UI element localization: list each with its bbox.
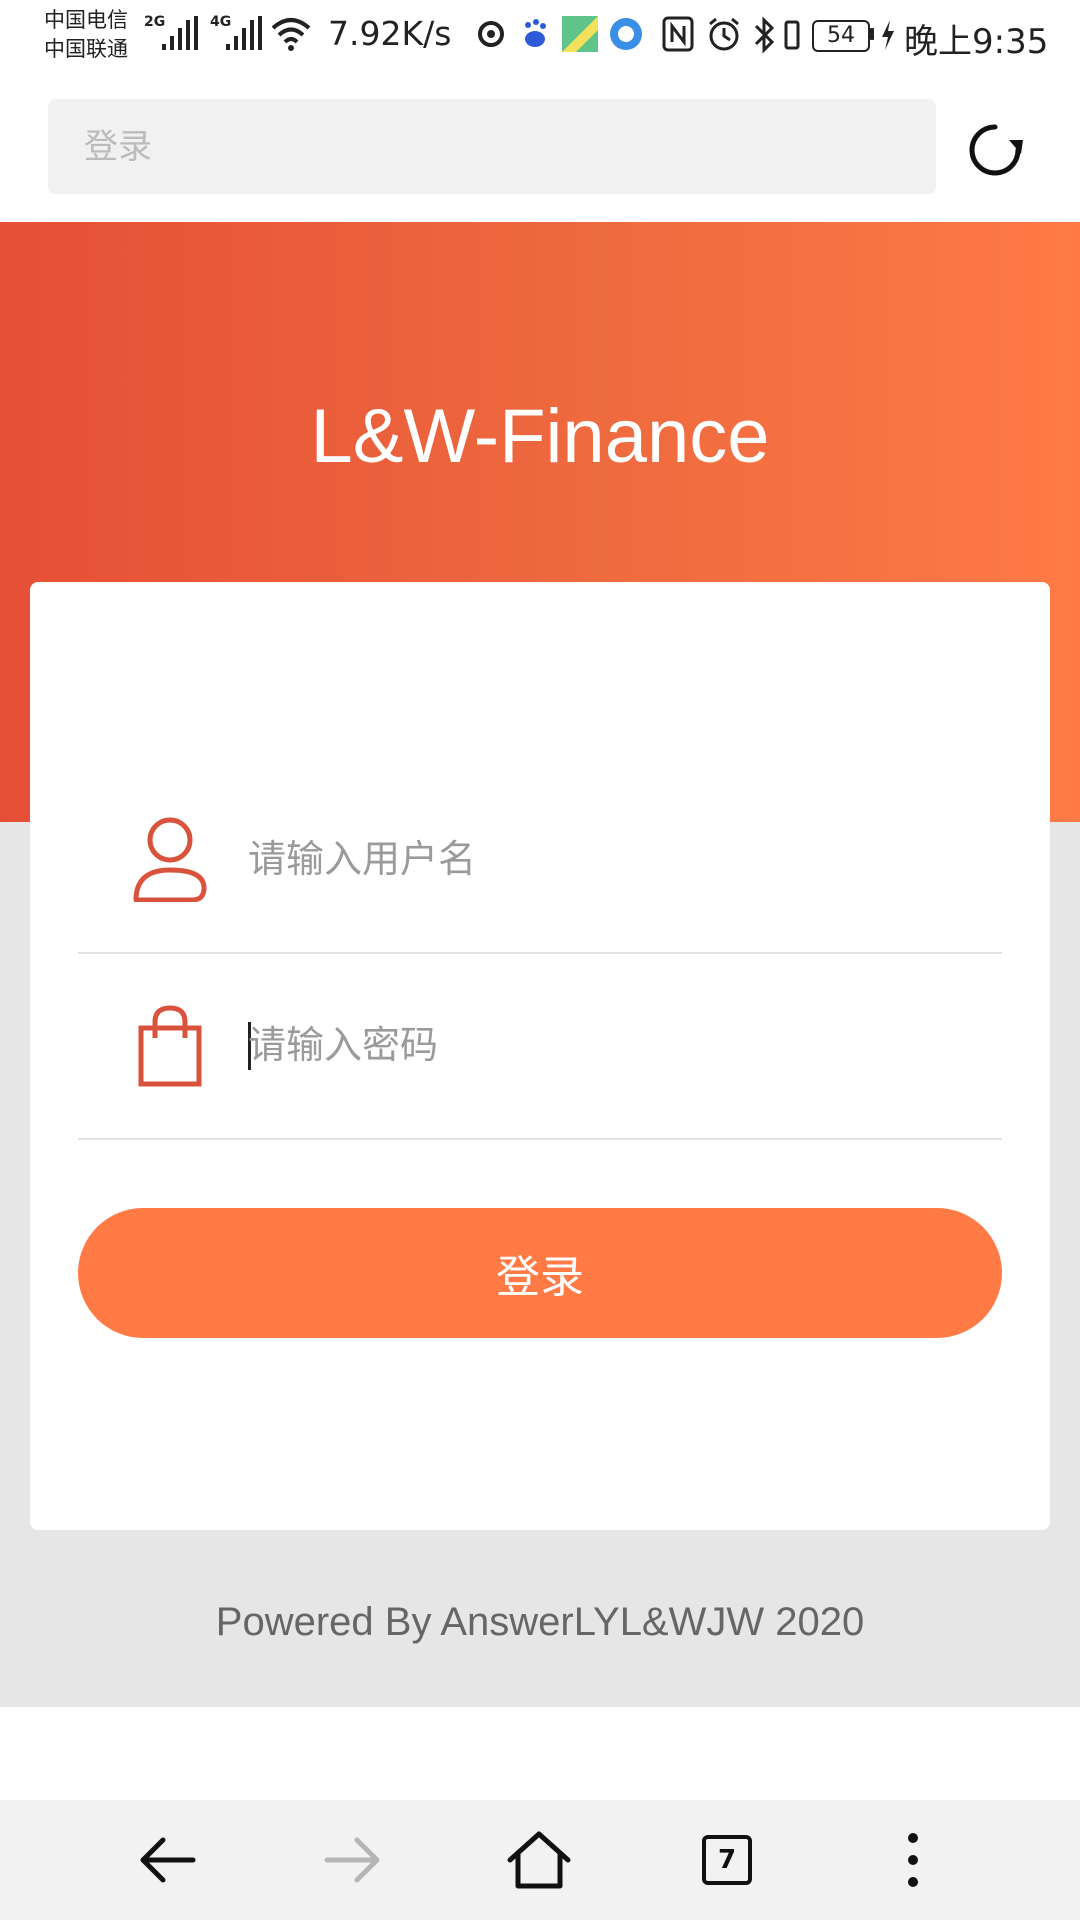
forward-button[interactable] [308,1820,398,1900]
footer-credit: Powered By AnswerLYL&WJW 2020 [215,1600,865,1644]
login-card: 登录 [30,582,1050,1530]
status-bar: 中国电信 中国联通 2G 4G 7.92K/s 54 晚上9:35 [0,0,1080,75]
password-input[interactable] [248,952,968,1138]
baidu-icon [525,19,546,47]
carrier-1: 中国电信 [44,8,128,32]
battery-indicator: 54 [812,20,870,52]
reload-icon [969,124,1023,176]
home-button[interactable] [494,1820,584,1900]
username-input[interactable] [248,766,968,952]
vibrate-icon [784,20,800,50]
lock-icon [130,1002,210,1088]
password-row [78,952,1002,1140]
tab-count: 7 [702,1835,752,1885]
carrier-labels: 中国电信 中国联通 [44,6,128,64]
tabs-button[interactable]: 7 [682,1820,772,1900]
netease-music-icon [478,21,504,47]
wifi-icon [271,18,311,51]
bluetooth-icon [754,16,775,54]
signal-strength-icon [162,16,198,50]
user-icon [130,816,210,902]
app-title: L&W-Finance [310,394,770,479]
login-button[interactable]: 登录 [78,1208,1002,1338]
browser-address-bar [0,75,1080,222]
back-button[interactable] [122,1820,212,1900]
clock: 晚上9:35 [904,22,1049,62]
back-arrow-icon [140,1837,196,1883]
home-icon [507,1831,571,1889]
alarm-icon [709,17,739,51]
network-speed: 7.92K/s [328,14,452,53]
browser-bottom-nav: 7 [0,1800,1080,1920]
maps-icon [562,16,598,52]
reload-button[interactable] [960,115,1030,185]
nfc-icon [662,16,694,52]
more-vert-icon [908,1833,918,1887]
username-row [78,766,1002,954]
battery-tip [870,28,874,40]
carrier-2: 中国联通 [44,37,128,61]
browser-icon [610,18,642,50]
signal-strength-icon [226,16,262,50]
menu-button[interactable] [868,1820,958,1900]
forward-arrow-icon [324,1837,380,1883]
url-field[interactable] [48,99,936,194]
charging-icon [882,20,894,50]
